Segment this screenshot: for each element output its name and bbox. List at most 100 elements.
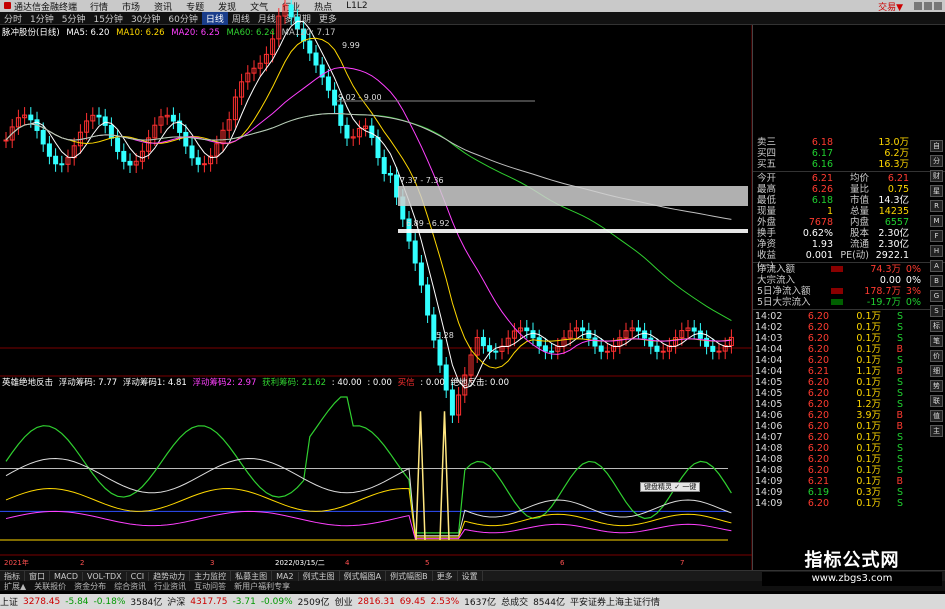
tick-price: 6.21: [807, 366, 829, 377]
extension-tab-3[interactable]: 综合资讯: [110, 581, 150, 592]
tick-row: 14:08 6.20 0.1万 S: [753, 454, 945, 465]
quote-price: 6.18: [811, 137, 833, 148]
indicator-tab-10[interactable]: 例式幅图A: [340, 570, 387, 582]
extension-tab-2[interactable]: 资金分布: [70, 581, 110, 592]
extension-tab-0[interactable]: 扩展▲: [0, 581, 30, 592]
candle-body: [183, 131, 189, 147]
candle-body: [201, 163, 207, 166]
tick-price: 6.20: [807, 322, 829, 333]
candle-body: [53, 155, 59, 165]
side-tab-5[interactable]: M: [930, 215, 943, 227]
indicator-tab-4[interactable]: CCI: [127, 571, 150, 581]
side-tab-strip: 自分财星RMFHABGS标笔价细势联值主: [930, 140, 945, 560]
status-item-2: -5.84: [65, 596, 89, 607]
quote-row-buy5: 买五 6.16 16.3万: [753, 159, 945, 170]
quote-stat-row: 今开 6.21 均价 6.21: [753, 173, 945, 184]
tick-price: 6.20: [807, 454, 829, 465]
flow-label: 5日净流入额: [757, 286, 811, 297]
candle-body: [189, 145, 195, 159]
ind-legend-8: : 0.00: [420, 378, 445, 388]
tick-volume: 1.2万: [856, 399, 881, 410]
ind-legend-1: 浮动筹码: 7.77: [58, 378, 118, 388]
candle-body: [530, 330, 536, 339]
trade-button[interactable]: 交易▼: [878, 0, 903, 13]
quote-stat-row: 外盘 7678 内盘 6557: [753, 217, 945, 228]
side-tab-1[interactable]: 分: [930, 155, 943, 167]
ma5-label: MA5: 6.20: [66, 28, 110, 38]
stat-value: 6.21: [811, 173, 833, 184]
candle-body: [3, 139, 9, 142]
side-tab-16[interactable]: 势: [930, 380, 943, 392]
minimize-icon[interactable]: [914, 2, 922, 10]
candle-body: [480, 337, 486, 347]
side-tab-15[interactable]: 细: [930, 365, 943, 377]
side-tab-4[interactable]: R: [930, 200, 943, 212]
extension-tab-6[interactable]: 新用户福利专享: [230, 581, 294, 592]
tick-direction: S: [896, 432, 903, 443]
side-tab-2[interactable]: 财: [930, 170, 943, 182]
tick-direction: S: [896, 465, 903, 476]
side-tab-6[interactable]: F: [930, 230, 943, 242]
tick-row: 14:02 6.20 0.1万 S: [753, 322, 945, 333]
indicator-tab-8[interactable]: MA2: [272, 571, 299, 581]
watermark-title: 指标公式网: [804, 550, 900, 571]
stat-value: 6.21: [887, 173, 909, 184]
tick-row: 14:09 6.21 0.1万 B: [753, 476, 945, 487]
window-controls: [909, 0, 945, 12]
indicator-tab-2[interactable]: MACD: [50, 571, 83, 581]
keyboard-wizard-tooltip[interactable]: 键盘精灵 ✓ 一键: [640, 482, 701, 492]
stat-value: 2922.1: [875, 250, 909, 261]
side-tab-8[interactable]: A: [930, 260, 943, 272]
side-tab-18[interactable]: 值: [930, 410, 943, 422]
flow-percent: 3%: [905, 286, 921, 297]
fund-flow: 净流入额 74.3万 0% 大宗流入 0.00 0% 5日净流入额 178.7万 3% 5日大宗流…: [753, 264, 945, 308]
x-axis-label: 2021年: [4, 558, 29, 567]
indicator-tab-3[interactable]: VOL-TDX: [83, 571, 127, 581]
stat-label: 均价: [849, 173, 869, 184]
quote-stat-row: 最高 6.26 量比 0.75: [753, 184, 945, 195]
side-tab-13[interactable]: 笔: [930, 335, 943, 347]
side-tab-7[interactable]: H: [930, 245, 943, 257]
extension-tab-4[interactable]: 行业资讯: [150, 581, 190, 592]
extension-tab-1[interactable]: 关联报价: [30, 581, 70, 592]
ind-legend-2: 浮动筹码1: 4.81: [122, 378, 187, 388]
side-tab-9[interactable]: B: [930, 275, 943, 287]
tick-price: 6.20: [807, 333, 829, 344]
kline-candles: [3, 0, 734, 423]
flow-value: 0.00: [879, 275, 901, 286]
side-tab-17[interactable]: 联: [930, 395, 943, 407]
side-tab-19[interactable]: 主: [930, 425, 943, 437]
side-tab-12[interactable]: 标: [930, 320, 943, 332]
tick-time: 14:05: [755, 399, 783, 410]
stat-label: 最低: [757, 195, 777, 206]
maximize-icon[interactable]: [924, 2, 932, 10]
x-axis-label: 5: [425, 559, 429, 567]
tick-list[interactable]: 14:02 6.20 0.1万 S 14:02 6.20 0.1万 S 14:03 6.20 0.1…: [753, 311, 945, 509]
indicator-tab-9[interactable]: 例式主图: [299, 570, 340, 582]
side-tab-0[interactable]: 自: [930, 140, 943, 152]
stat-label: 股本: [849, 228, 869, 239]
side-tab-14[interactable]: 价: [930, 350, 943, 362]
stat-value: 14.3亿: [878, 195, 909, 206]
candle-body: [59, 163, 65, 166]
flow-bar: [831, 299, 843, 305]
ind-legend-5: : 40.00: [331, 378, 362, 388]
side-tab-3[interactable]: 星: [930, 185, 943, 197]
side-tab-11[interactable]: S: [930, 305, 943, 317]
tick-row: 14:02 6.20 0.1万 S: [753, 311, 945, 322]
indicator-tab-12[interactable]: 更多: [433, 570, 458, 582]
side-tab-10[interactable]: G: [930, 290, 943, 302]
extension-tab-5[interactable]: 互动问答: [190, 581, 230, 592]
close-icon[interactable]: [934, 2, 942, 10]
tick-time: 14:03: [755, 333, 783, 344]
x-axis-label: 3: [210, 559, 214, 567]
fund-flow-row: 5日净流入额 178.7万 3%: [753, 286, 945, 297]
stat-value: 0.75: [887, 184, 909, 195]
tick-volume: 0.1万: [856, 311, 881, 322]
indicator-tab-11[interactable]: 例式幅图B: [386, 570, 433, 582]
ind-legend-6: : 0.00: [367, 378, 392, 388]
ma20-label: MA20: 6.25: [171, 28, 220, 38]
status-item-10: 创业: [334, 598, 353, 608]
indicator-tab-13[interactable]: 设置: [458, 570, 483, 582]
stock-label: 脉冲股份(日线): [2, 28, 60, 38]
